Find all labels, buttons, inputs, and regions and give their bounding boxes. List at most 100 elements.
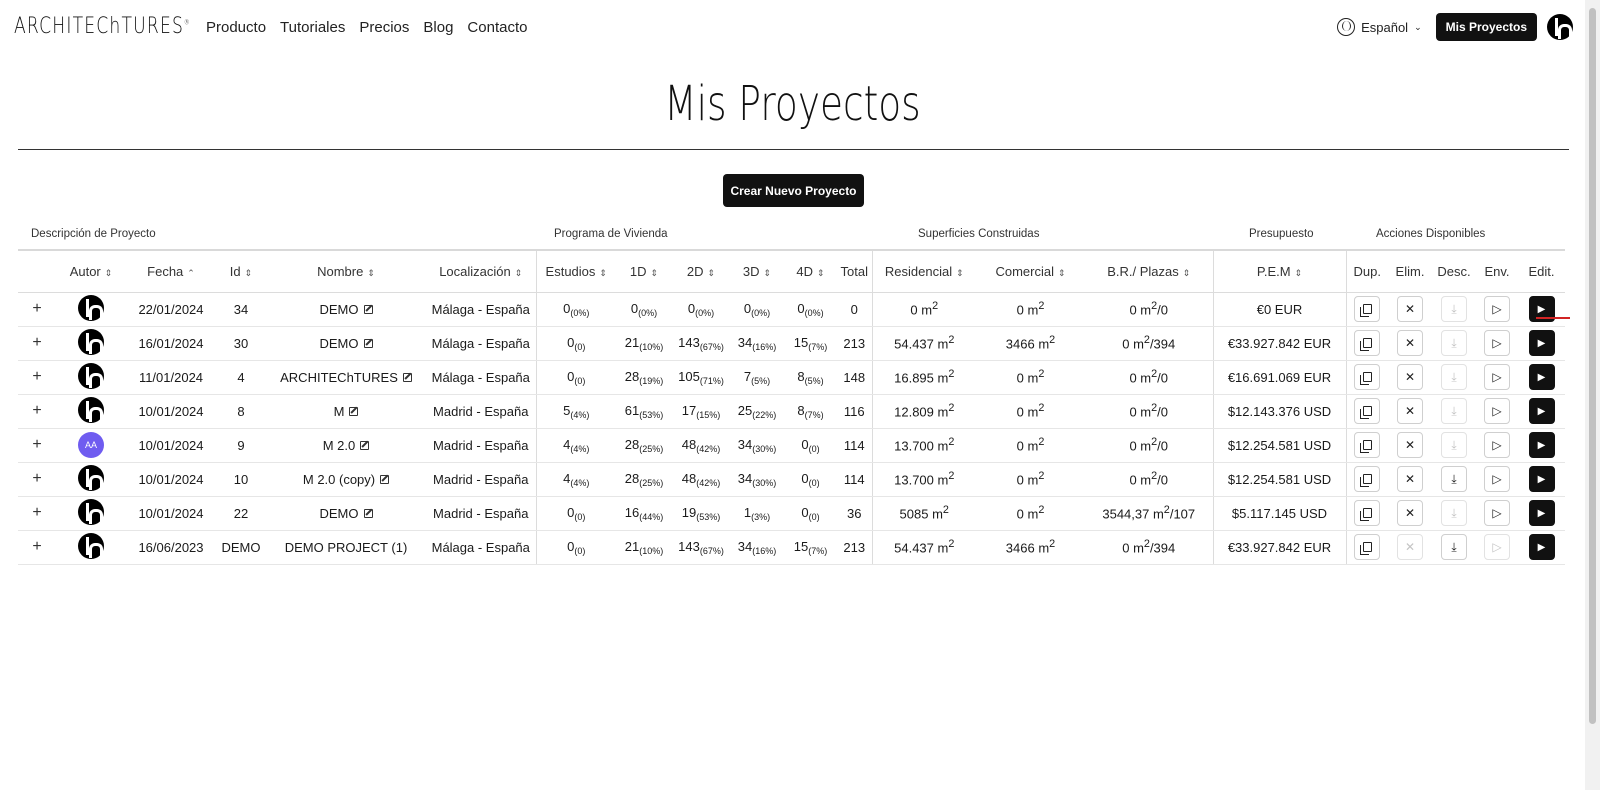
send-button[interactable]: ▷ bbox=[1484, 466, 1510, 492]
edit-icon[interactable] bbox=[360, 440, 370, 450]
1d-value: 61 bbox=[624, 402, 640, 418]
nav-producto[interactable]: Producto bbox=[206, 19, 266, 36]
send-button[interactable]: ▷ bbox=[1484, 432, 1510, 458]
desc-cell: ⤓ bbox=[1432, 360, 1476, 395]
plus-icon[interactable]: + bbox=[32, 470, 41, 487]
nav-tutoriales[interactable]: Tutoriales bbox=[280, 19, 345, 36]
download-button[interactable]: ⤓ bbox=[1441, 534, 1467, 560]
duplicate-button[interactable] bbox=[1354, 296, 1381, 322]
elim-cell: ✕ bbox=[1388, 394, 1432, 429]
my-projects-button[interactable]: Mis Proyectos bbox=[1435, 13, 1537, 41]
send-button[interactable]: ▷ bbox=[1484, 398, 1510, 424]
send-button: ▷ bbox=[1484, 534, 1510, 560]
download-icon: ⤓ bbox=[1451, 403, 1457, 418]
col-comercial[interactable]: Comercial ⇕ bbox=[976, 249, 1085, 293]
col-2d[interactable]: 2D ⇕ bbox=[672, 249, 730, 293]
plus-icon[interactable]: + bbox=[32, 538, 41, 555]
col-estudios[interactable]: Estudios ⇕ bbox=[535, 249, 616, 293]
sort-icon: ⇕ bbox=[1294, 267, 1303, 278]
localizacion-value: Málaga - España bbox=[431, 369, 530, 385]
col-1d[interactable]: 1D ⇕ bbox=[616, 249, 672, 293]
plus-icon[interactable]: + bbox=[32, 402, 41, 419]
plus-icon[interactable]: + bbox=[32, 300, 41, 317]
table-row: + AA 10/01/2024 9 M 2.0 Madrid - España 4(4%) 2… bbox=[18, 428, 1565, 463]
duplicate-button[interactable] bbox=[1354, 500, 1381, 526]
send-button[interactable]: ▷ bbox=[1484, 296, 1510, 322]
edit-project-button[interactable]: ▶ bbox=[1528, 534, 1555, 560]
delete-button[interactable]: ✕ bbox=[1397, 330, 1423, 356]
edit-project-button[interactable]: ▶ bbox=[1528, 330, 1555, 356]
delete-button[interactable]: ✕ bbox=[1397, 398, 1423, 424]
duplicate-button[interactable] bbox=[1354, 364, 1381, 390]
unit-exponent: 2 bbox=[1038, 504, 1045, 517]
estudios-percent: (4%) bbox=[570, 477, 590, 488]
edit-project-button[interactable]: ▶ bbox=[1528, 364, 1555, 390]
edit-icon[interactable] bbox=[380, 474, 390, 484]
plus-icon[interactable]: + bbox=[32, 334, 41, 351]
edit-icon[interactable] bbox=[349, 406, 359, 416]
delete-button[interactable]: ✕ bbox=[1397, 364, 1423, 390]
duplicate-button[interactable] bbox=[1354, 534, 1381, 560]
plus-icon[interactable]: + bbox=[32, 436, 41, 453]
nombre-value: DEMO PROJECT (1) bbox=[284, 539, 408, 555]
edit-icon[interactable] bbox=[363, 508, 373, 518]
col-id[interactable]: Id ⇕ bbox=[216, 249, 266, 293]
col-autor[interactable]: Autor ⇕ bbox=[56, 249, 126, 293]
scrollbar-thumb[interactable] bbox=[1589, 8, 1596, 724]
download-button[interactable]: ⤓ bbox=[1441, 466, 1467, 492]
edit-icon[interactable] bbox=[363, 304, 373, 314]
3d-cell: 7(5%) bbox=[730, 360, 784, 395]
author-cell bbox=[56, 360, 126, 395]
edit-project-button[interactable]: ▶ bbox=[1528, 466, 1555, 492]
edit-project-button[interactable]: ▶ bbox=[1528, 500, 1555, 526]
pem-cell: €16.691.069 EUR bbox=[1212, 360, 1346, 395]
brand-logo[interactable]: ARCHITEChTURES® bbox=[14, 14, 191, 39]
4d-value: 8 bbox=[797, 368, 805, 384]
col-fecha[interactable]: Fecha ⌃ bbox=[126, 249, 216, 293]
id-value: 34 bbox=[233, 301, 249, 317]
total-cell: 213 bbox=[837, 326, 872, 361]
4d-cell: 15(7%) bbox=[784, 326, 837, 361]
col-4d[interactable]: 4D ⇕ bbox=[784, 249, 837, 293]
delete-button[interactable]: ✕ bbox=[1397, 432, 1423, 458]
create-project-button[interactable]: Crear Nuevo Proyecto bbox=[723, 174, 864, 207]
user-avatar[interactable] bbox=[1547, 14, 1573, 40]
send-button[interactable]: ▷ bbox=[1484, 500, 1510, 526]
vertical-scrollbar[interactable] bbox=[1585, 0, 1600, 790]
delete-button[interactable]: ✕ bbox=[1397, 500, 1423, 526]
nav-blog[interactable]: Blog bbox=[423, 19, 453, 36]
col-residencial[interactable]: Residencial ⇕ bbox=[871, 249, 976, 293]
edit-cell: ▶ bbox=[1518, 326, 1565, 361]
duplicate-button[interactable] bbox=[1354, 432, 1381, 458]
total-value: 36 bbox=[847, 505, 862, 521]
3d-percent: (30%) bbox=[752, 443, 777, 454]
br-value: 0 m bbox=[1129, 370, 1152, 386]
plus-icon[interactable]: + bbox=[32, 504, 41, 521]
2d-percent: (67%) bbox=[699, 341, 724, 352]
delete-button[interactable]: ✕ bbox=[1397, 466, 1423, 492]
comercial-value: 0 m bbox=[1016, 302, 1039, 318]
language-selector[interactable]: Español ⌄ bbox=[1337, 18, 1422, 36]
delete-button[interactable]: ✕ bbox=[1397, 296, 1423, 322]
duplicate-button[interactable] bbox=[1354, 398, 1381, 424]
duplicate-button[interactable] bbox=[1354, 330, 1381, 356]
edit-project-button[interactable]: ▶ bbox=[1528, 432, 1555, 458]
send-button[interactable]: ▷ bbox=[1484, 364, 1510, 390]
edit-project-button[interactable]: ▶ bbox=[1528, 398, 1555, 424]
col-nombre[interactable]: Nombre ⇕ bbox=[266, 249, 426, 293]
send-button[interactable]: ▷ bbox=[1484, 330, 1510, 356]
col-localizacion[interactable]: Localización ⇕ bbox=[426, 249, 536, 293]
2d-percent: (71%) bbox=[699, 375, 724, 386]
edit-icon[interactable] bbox=[402, 372, 412, 382]
1d-cell: 28(19%) bbox=[616, 360, 672, 395]
desc-cell: ⤓ bbox=[1432, 428, 1476, 463]
col-pem[interactable]: P.E.M ⇕ bbox=[1212, 249, 1346, 293]
col-3d[interactable]: 3D ⇕ bbox=[730, 249, 784, 293]
col-br-plazas[interactable]: B.R./ Plazas ⇕ bbox=[1085, 249, 1213, 293]
nav-contacto[interactable]: Contacto bbox=[467, 19, 527, 36]
duplicate-button[interactable] bbox=[1354, 466, 1381, 492]
edit-icon[interactable] bbox=[363, 338, 373, 348]
plus-icon[interactable]: + bbox=[32, 368, 41, 385]
play-icon: ▶ bbox=[1537, 371, 1546, 383]
nav-precios[interactable]: Precios bbox=[359, 19, 409, 36]
